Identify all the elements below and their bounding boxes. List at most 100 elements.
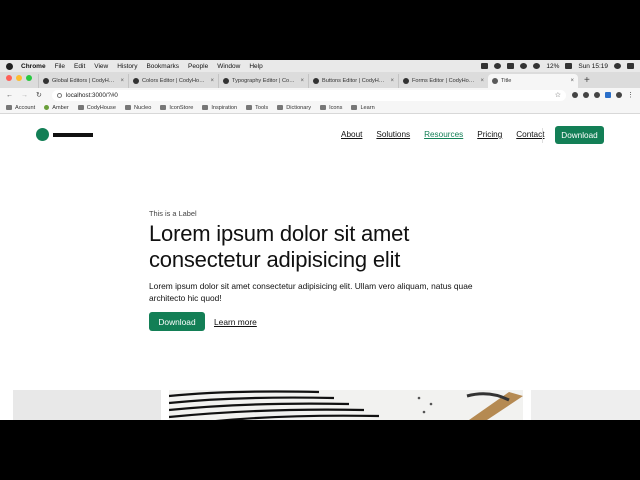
folder-icon — [124, 105, 131, 110]
gallery-image-right — [531, 390, 640, 420]
folder-icon — [160, 105, 167, 110]
battery-icon[interactable] — [565, 63, 573, 69]
bookmark-nucleo[interactable]: Nucleo — [124, 104, 152, 111]
bookmark-amber[interactable]: Amber — [44, 104, 69, 111]
menu-edit[interactable]: Edit — [74, 63, 85, 70]
tab-forms-editor[interactable]: Forms Editor | CodyHouse × — [398, 74, 488, 88]
address-bar[interactable]: localhost:3000/?#0 ☆ — [51, 89, 566, 101]
nav-solutions[interactable]: Solutions — [376, 130, 410, 139]
mac-menu-bar: Chrome File Edit View History Bookmarks … — [0, 60, 640, 72]
back-arrow-icon[interactable]: ← — [6, 92, 13, 99]
reload-icon[interactable]: ↻ — [36, 91, 42, 99]
bookmark-tools[interactable]: Tools — [246, 105, 268, 111]
menubar-status: 12% Sun 15:19 — [481, 63, 634, 70]
close-window-button[interactable] — [6, 74, 12, 81]
menu-people[interactable]: People — [188, 63, 208, 70]
bookmark-dictionary[interactable]: Dictionary — [277, 105, 311, 111]
bookmark-account[interactable]: Account — [6, 105, 35, 111]
bookmark-label: CodyHouse — [86, 104, 116, 111]
apple-icon[interactable] — [6, 62, 13, 70]
profile-avatar-icon[interactable] — [616, 92, 622, 98]
volume-icon[interactable] — [533, 63, 541, 69]
close-tab-icon[interactable]: × — [480, 78, 484, 84]
minimize-window-button[interactable] — [16, 74, 22, 81]
nav-resources[interactable]: Resources — [424, 130, 463, 139]
extension-icon[interactable] — [594, 92, 600, 98]
tab-colors-editor[interactable]: Colors Editor | CodyHouse × — [128, 74, 218, 88]
folder-icon — [277, 105, 284, 110]
cloud-icon[interactable] — [494, 63, 502, 69]
more-menu-icon[interactable]: ⋮ — [627, 91, 634, 99]
bookmark-iconstore[interactable]: IconStore — [160, 105, 193, 111]
tab-label: Typography Editor | CodyHouse — [232, 78, 297, 84]
bookmark-label: Icons — [329, 104, 343, 111]
hero-label: This is a Label — [149, 209, 197, 218]
bookmark-label: Inspiration — [211, 104, 238, 111]
hero-title: Lorem ipsum dolor sit amet consectetur a… — [149, 221, 410, 272]
clock[interactable]: Sun 15:19 — [578, 63, 608, 70]
folder-icon — [77, 105, 84, 110]
video-frame: Chrome File Edit View History Bookmarks … — [0, 0, 640, 480]
app-status-icon[interactable] — [481, 63, 489, 69]
nav-pricing[interactable]: Pricing — [477, 130, 502, 139]
tab-strip: Global Editors | CodyHouse × Colors Edit… — [0, 72, 640, 88]
extension-icon[interactable] — [583, 92, 589, 98]
menu-help[interactable]: Help — [249, 63, 262, 70]
bookmark-label: Nucleo — [133, 104, 152, 111]
nav-contact[interactable]: Contact — [516, 130, 544, 139]
close-tab-icon[interactable]: × — [120, 78, 124, 84]
extension-icon[interactable] — [605, 92, 611, 98]
logo-wordmark — [53, 132, 93, 137]
menu-view[interactable]: View — [94, 63, 108, 70]
bookmark-label: Tools — [255, 104, 269, 111]
site-logo[interactable] — [36, 128, 93, 141]
dropbox-icon[interactable] — [507, 63, 515, 69]
folder-icon — [202, 105, 209, 110]
codyhouse-favicon-icon — [223, 78, 229, 84]
menu-file[interactable]: File — [55, 63, 65, 70]
menu-history[interactable]: History — [117, 63, 137, 70]
nav-about[interactable]: About — [341, 130, 362, 139]
bookmark-inspiration[interactable]: Inspiration — [202, 105, 237, 111]
forward-arrow-icon[interactable]: → — [21, 92, 28, 99]
folder-icon — [246, 105, 253, 110]
bookmark-star-icon[interactable]: ☆ — [555, 91, 561, 99]
tab-label: Title — [501, 78, 512, 84]
codyhouse-favicon-icon — [43, 78, 49, 84]
close-tab-icon[interactable]: × — [570, 78, 574, 84]
bookmark-codyhouse[interactable]: CodyHouse — [77, 104, 116, 111]
info-icon[interactable] — [56, 92, 62, 98]
bookmark-label: Amber — [52, 104, 69, 111]
close-tab-icon[interactable]: × — [390, 78, 394, 84]
browser-toolbar: ← → ↻ localhost:3000/?#0 ☆ ⋮ — [0, 88, 640, 102]
search-icon[interactable] — [614, 63, 621, 69]
codyhouse-favicon-icon — [403, 78, 409, 84]
url-text[interactable]: localhost:3000/?#0 — [66, 92, 118, 99]
hero-download-button[interactable]: Download — [149, 312, 205, 331]
extension-icon[interactable] — [572, 92, 578, 98]
battery-percent[interactable]: 12% — [546, 63, 559, 70]
close-tab-icon[interactable]: × — [210, 78, 214, 84]
new-tab-button[interactable]: + — [584, 75, 590, 88]
header-download-button[interactable]: Download — [555, 126, 604, 144]
globe-icon — [492, 78, 498, 84]
bookmark-learn[interactable]: Learn — [351, 105, 375, 111]
tab-label: Colors Editor | CodyHouse — [142, 78, 208, 84]
bookmark-icons[interactable]: Icons — [320, 105, 342, 111]
tab-typography-editor[interactable]: Typography Editor | CodyHouse × — [218, 74, 308, 88]
close-tab-icon[interactable]: × — [300, 78, 304, 84]
hero-description: Lorem ipsum dolor sit amet consectetur a… — [149, 281, 473, 303]
menu-bookmarks[interactable]: Bookmarks — [146, 63, 179, 70]
tab-global-editors[interactable]: Global Editors | CodyHouse × — [38, 74, 128, 88]
tab-title[interactable]: Title × — [488, 74, 578, 88]
maximize-window-button[interactable] — [26, 74, 32, 81]
wifi-icon[interactable] — [520, 63, 528, 69]
bookmark-label: Account — [15, 104, 36, 111]
folder-icon — [6, 105, 12, 110]
menu-list-icon[interactable] — [627, 63, 634, 69]
learn-more-link[interactable]: Learn more — [214, 317, 257, 327]
folder-icon — [320, 105, 327, 110]
menu-app-chrome[interactable]: Chrome — [21, 63, 46, 70]
tab-buttons-editor[interactable]: Buttons Editor | CodyHouse × — [308, 74, 398, 88]
menu-window[interactable]: Window — [217, 63, 240, 70]
